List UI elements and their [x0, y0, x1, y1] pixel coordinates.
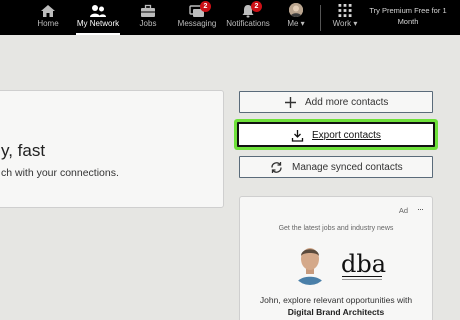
ad-description: John, explore relevant opportunities wit…	[259, 295, 413, 305]
nav-messaging-label: Messaging	[177, 19, 217, 28]
sync-contacts-card: y, fast ch with your connections.	[0, 90, 224, 208]
jobs-icon	[141, 4, 155, 17]
company-logo[interactable]: dba	[340, 245, 386, 285]
card-headline: y, fast	[1, 141, 46, 160]
ad-profile-photo[interactable]	[290, 241, 330, 285]
ad-tagline: Get the latest jobs and industry news	[278, 225, 394, 232]
nav-work-label: Work ▾	[332, 19, 358, 28]
add-more-contacts-label: Add more contacts	[305, 97, 389, 108]
active-tab-indicator	[76, 33, 120, 35]
messaging-badge: 2	[200, 1, 211, 12]
network-icon	[90, 5, 106, 17]
nav-home-label: Home	[37, 19, 59, 28]
more-options-icon[interactable]: ···	[417, 204, 424, 214]
add-more-contacts-button[interactable]: Add more contacts	[239, 91, 433, 113]
nav-messaging[interactable]: 2 Messaging	[174, 0, 220, 35]
manage-synced-contacts-label: Manage synced contacts	[292, 162, 403, 173]
top-navigation: Home My Network Jobs 2 Messaging 2 Notif…	[0, 0, 460, 35]
nav-my-network[interactable]: My Network	[72, 0, 124, 35]
grid-icon	[338, 4, 352, 17]
nav-me[interactable]: Me ▾	[280, 0, 312, 35]
nav-notifications-label: Notifications	[226, 19, 270, 28]
home-icon	[41, 5, 55, 17]
nav-notifications[interactable]: 2 Notifications	[224, 0, 272, 35]
nav-me-label: Me ▾	[287, 19, 305, 28]
premium-link[interactable]: Try Premium Free for 1 Month	[364, 5, 452, 27]
export-contacts-label: Export contacts	[312, 130, 381, 141]
download-icon	[291, 130, 304, 142]
nav-divider	[320, 5, 321, 31]
nav-my-network-label: My Network	[76, 19, 120, 28]
avatar	[289, 3, 303, 17]
ad-label: Ad	[398, 206, 408, 215]
notifications-badge: 2	[251, 1, 262, 12]
nav-jobs-label: Jobs	[139, 19, 157, 28]
export-contacts-button[interactable]: Export contacts	[237, 122, 435, 147]
nav-home[interactable]: Home	[30, 0, 66, 35]
nav-work[interactable]: Work ▾	[328, 0, 362, 35]
nav-jobs[interactable]: Jobs	[130, 0, 166, 35]
plus-icon	[285, 97, 296, 108]
svg-text:dba: dba	[341, 250, 386, 278]
manage-synced-contacts-button[interactable]: Manage synced contacts	[239, 156, 433, 178]
ad-card: Ad ··· Get the latest jobs and industry …	[239, 196, 433, 320]
ad-company-name[interactable]: Digital Brand Architects	[240, 307, 432, 317]
card-subline: ch with your connections.	[1, 167, 119, 179]
sync-icon	[271, 162, 282, 173]
